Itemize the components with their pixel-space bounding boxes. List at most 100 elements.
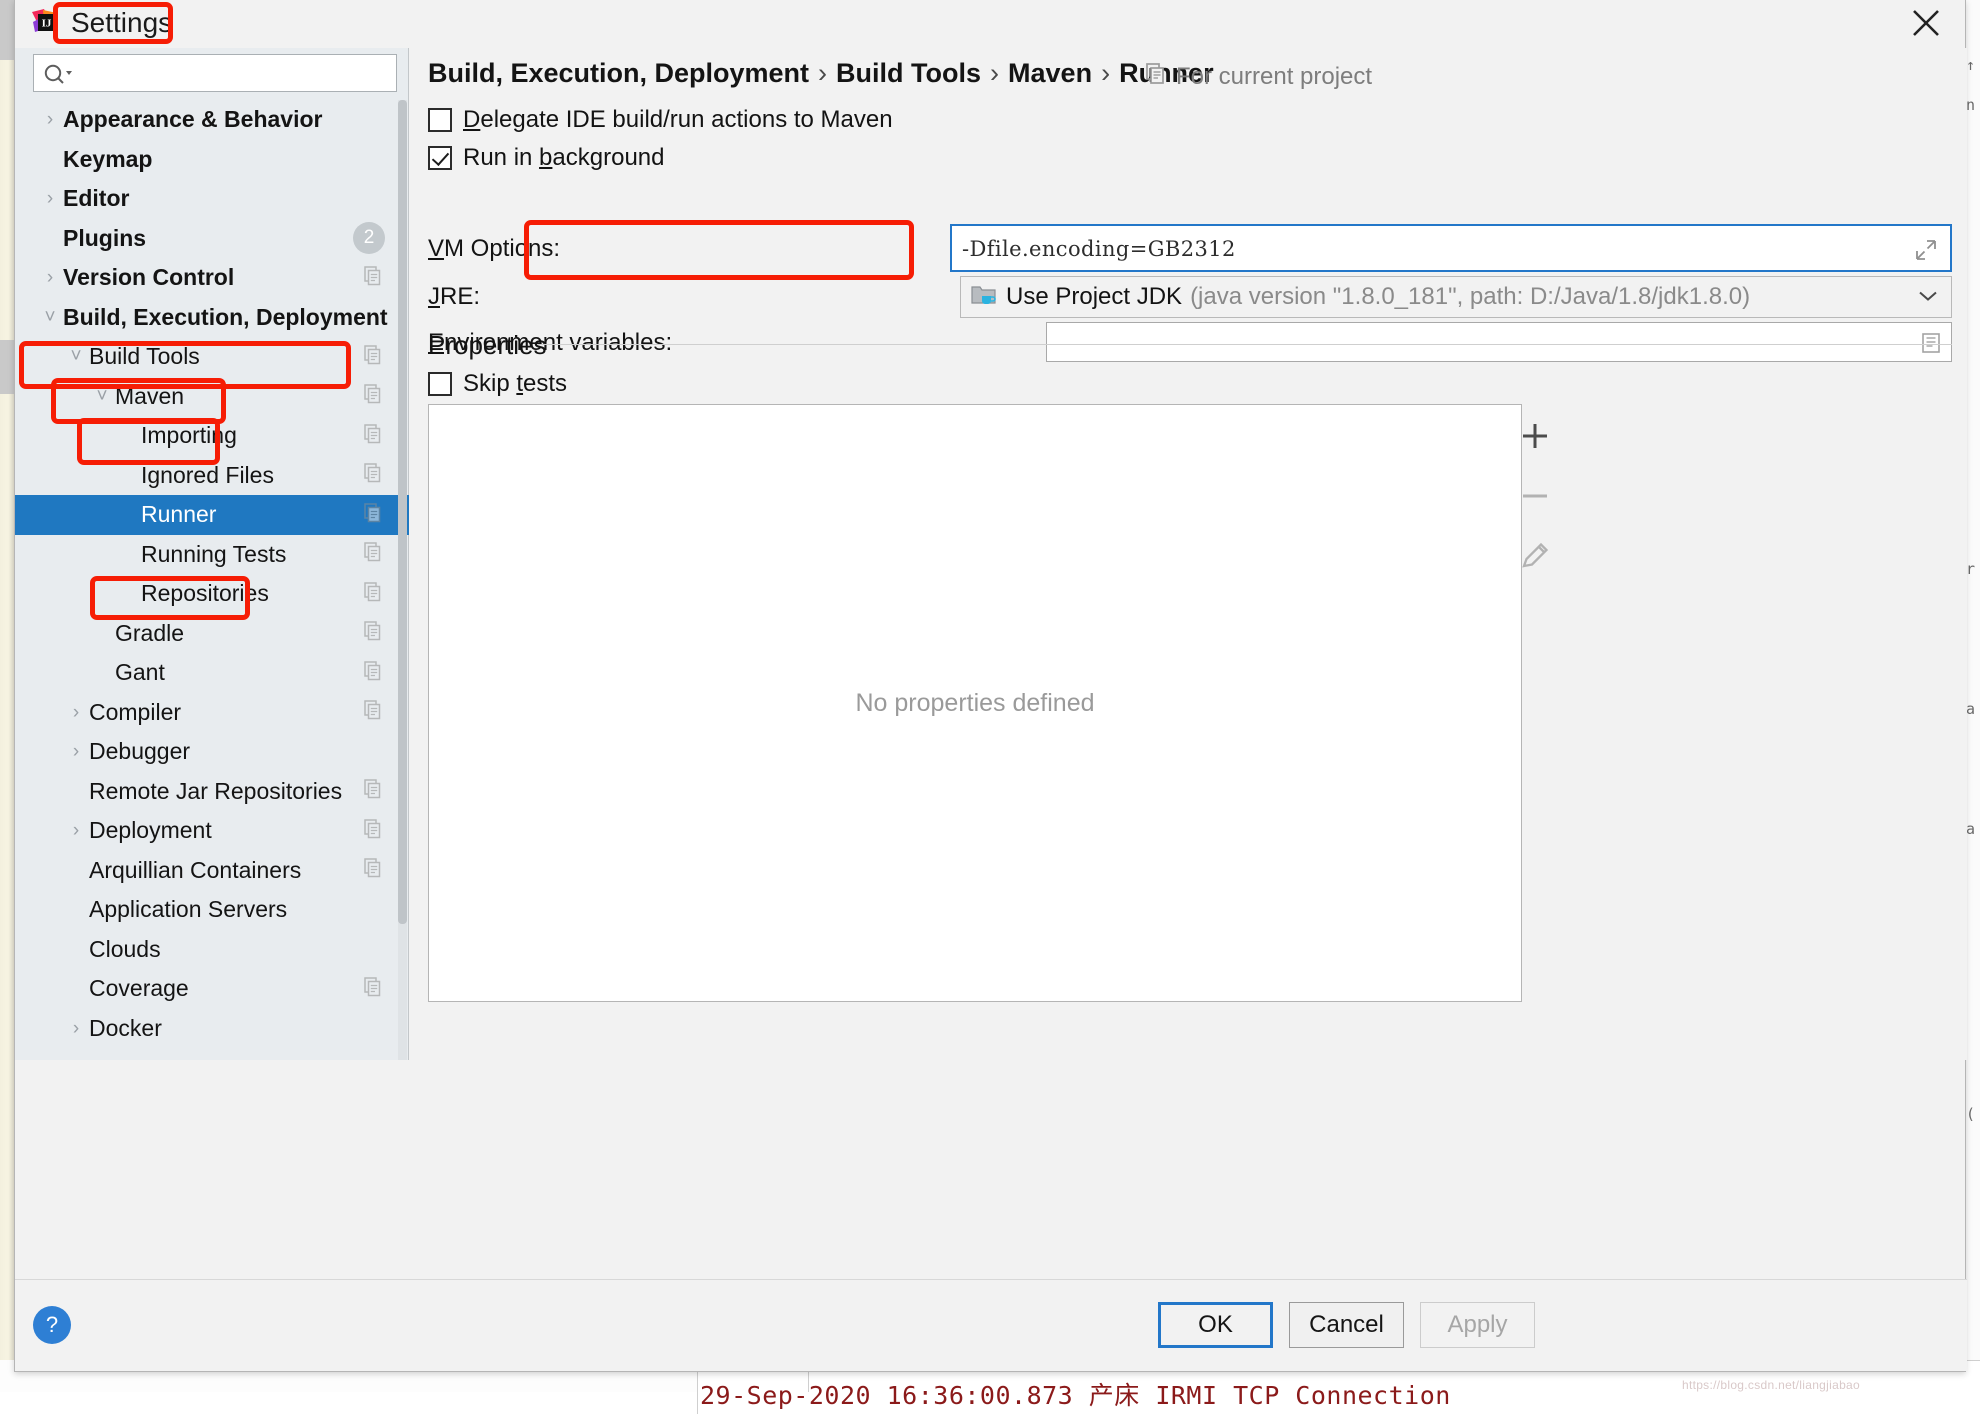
sidebar-item-deployment[interactable]: › Deployment (15, 811, 409, 851)
runbg-label-pre: Run in (463, 144, 540, 171)
properties-table[interactable]: No properties defined (428, 404, 1522, 1002)
expand-diagonal-icon[interactable] (1914, 238, 1938, 267)
properties-empty-message: No properties defined (855, 688, 1095, 717)
ide-left-tab-lower (0, 340, 14, 394)
scope-label: For current project (1176, 62, 1373, 90)
sidebar-item-repositories[interactable]: Repositories (15, 574, 409, 614)
breadcrumb-item[interactable]: Build, Execution, Deployment (428, 58, 809, 88)
sidebar-item-label: Application Servers (89, 896, 288, 923)
breadcrumb-item[interactable]: Maven (1008, 58, 1092, 88)
sidebar-item-label: Gant (115, 659, 165, 686)
breadcrumb-item[interactable]: Build Tools (836, 58, 981, 88)
sidebar-item-importing[interactable]: Importing (15, 416, 409, 456)
run-in-background-checkbox-row[interactable]: Run in background (428, 144, 664, 172)
copy-document-icon (363, 501, 383, 528)
chevron-right-icon[interactable]: › (37, 189, 63, 208)
copy-document-icon (363, 620, 383, 647)
sidebar-item-label: Docker (89, 1014, 162, 1041)
properties-section-rule (538, 344, 1952, 345)
sidebar-item-label: Plugins (63, 224, 147, 251)
run-in-background-checkbox[interactable] (428, 146, 452, 170)
jre-dropdown[interactable]: Use Project JDK (java version "1.8.0_181… (960, 276, 1952, 318)
sidebar-item-application-servers[interactable]: Application Servers (15, 890, 409, 930)
chevron-down-icon[interactable]: ˅ (37, 308, 63, 327)
sidebar-item-ignored-files[interactable]: Ignored Files (15, 456, 409, 496)
sidebar-item-label: Build Tools (89, 343, 200, 370)
search-box[interactable] (33, 54, 397, 92)
variables-list-icon[interactable] (1920, 332, 1942, 359)
sidebar-item-editor[interactable]: › Editor (15, 179, 409, 219)
sidebar-item-gant[interactable]: Gant (15, 653, 409, 693)
delegate-ide-build-checkbox-row[interactable]: Delegate IDE build/run actions to Maven (428, 106, 893, 134)
chevron-down-icon[interactable] (1917, 287, 1939, 308)
sidebar-item-version-control[interactable]: › Version Control (15, 258, 409, 298)
dialog-title: Settings (71, 7, 173, 38)
sidebar-item-build-execution-deployment[interactable]: ˅ Build, Execution, Deployment (15, 298, 409, 338)
sidebar-item-clouds[interactable]: Clouds (15, 930, 409, 970)
sidebar-item-coverage[interactable]: Coverage (15, 969, 409, 1009)
remove-property-button[interactable] (1513, 474, 1557, 518)
delegate-mnemonic: D (463, 106, 481, 133)
breadcrumb-separator: › (1101, 58, 1111, 88)
chevron-down-icon[interactable]: ˅ (63, 347, 89, 366)
sidebar-item-running-tests[interactable]: Running Tests (15, 535, 409, 575)
plugins-update-badge: 2 (353, 222, 385, 255)
add-property-button[interactable] (1513, 414, 1557, 458)
runbg-mnemonic: b (539, 144, 553, 171)
sidebar-item-label: Gradle (115, 619, 185, 646)
properties-toolbar (1506, 404, 1564, 1002)
sidebar-item-label: Editor (63, 185, 130, 212)
tree-scrollbar-thumb[interactable] (398, 100, 407, 924)
sidebar-item-label: Build, Execution, Deployment (63, 303, 388, 330)
edit-property-button[interactable] (1513, 534, 1557, 578)
delegate-ide-build-checkbox[interactable] (428, 108, 452, 132)
copy-document-icon (363, 857, 383, 884)
intellij-idea-logo-icon: IJ (31, 8, 61, 38)
sidebar-item-debugger[interactable]: › Debugger (15, 732, 409, 772)
vm-options-label-rest: M Options: (444, 235, 561, 262)
sidebar-item-label: Version Control (63, 264, 235, 291)
ok-button[interactable]: OK (1158, 1302, 1273, 1348)
copy-document-icon (363, 343, 383, 370)
vm-options-input[interactable]: -Dfile.encoding=GB2312 (950, 224, 1952, 272)
sidebar-item-maven[interactable]: ˅ Maven (15, 377, 409, 417)
copy-document-icon (363, 422, 383, 449)
cancel-button[interactable]: Cancel (1289, 1302, 1404, 1348)
help-button[interactable]: ? (33, 1306, 71, 1344)
sidebar-item-gradle[interactable]: Gradle (15, 614, 409, 654)
sidebar-item-arquillian-containers[interactable]: Arquillian Containers (15, 851, 409, 891)
delegate-label-rest: elegate IDE build/run actions to Maven (480, 106, 893, 133)
chevron-right-icon[interactable]: › (63, 1019, 89, 1038)
jre-mnemonic: J (428, 283, 440, 310)
runbg-label-rest: ackground (552, 144, 665, 171)
run-in-background-label: Run in background (463, 144, 664, 172)
console-log-line: 29-Sep-2020 16:36:00.873 产床 IRMI TCP Con… (700, 1381, 1451, 1410)
sidebar-item-compiler[interactable]: › Compiler (15, 693, 409, 733)
dialog-footer: ? OK Cancel Apply (15, 1279, 1967, 1371)
skip-tests-checkbox-row[interactable]: Skip tests (428, 370, 567, 398)
skip-tests-checkbox[interactable] (428, 372, 452, 396)
jre-label: JRE: (428, 283, 480, 311)
settings-tree[interactable]: › Appearance & Behavior Keymap › Editor Plugi… (15, 100, 409, 1060)
copy-document-icon (363, 659, 383, 686)
sidebar-item-build-tools[interactable]: ˅ Build Tools (15, 337, 409, 377)
sidebar-item-label: Clouds (89, 935, 161, 962)
search-input[interactable] (80, 55, 392, 91)
sidebar-item-remote-jar-repositories[interactable]: Remote Jar Repositories (15, 772, 409, 812)
sidebar-item-keymap[interactable]: Keymap (15, 140, 409, 180)
sidebar-item-appearance-behavior[interactable]: › Appearance & Behavior (15, 100, 409, 140)
chevron-right-icon[interactable]: › (37, 268, 63, 287)
chevron-right-icon[interactable]: › (63, 742, 89, 761)
svg-text:IJ: IJ (42, 18, 52, 30)
chevron-right-icon[interactable]: › (63, 703, 89, 722)
sidebar-item-plugins[interactable]: Plugins 2 (15, 219, 409, 259)
sidebar-item-runner[interactable]: Runner (15, 495, 409, 535)
chevron-right-icon[interactable]: › (37, 110, 63, 129)
sidebar-item-label: Running Tests (141, 540, 287, 567)
environment-variables-input[interactable] (1046, 322, 1952, 362)
chevron-right-icon[interactable]: › (63, 821, 89, 840)
chevron-down-icon[interactable]: ˅ (89, 387, 115, 406)
jre-label-rest: RE: (440, 283, 481, 310)
close-icon[interactable] (1909, 6, 1943, 40)
sidebar-item-docker[interactable]: › Docker (15, 1009, 409, 1049)
